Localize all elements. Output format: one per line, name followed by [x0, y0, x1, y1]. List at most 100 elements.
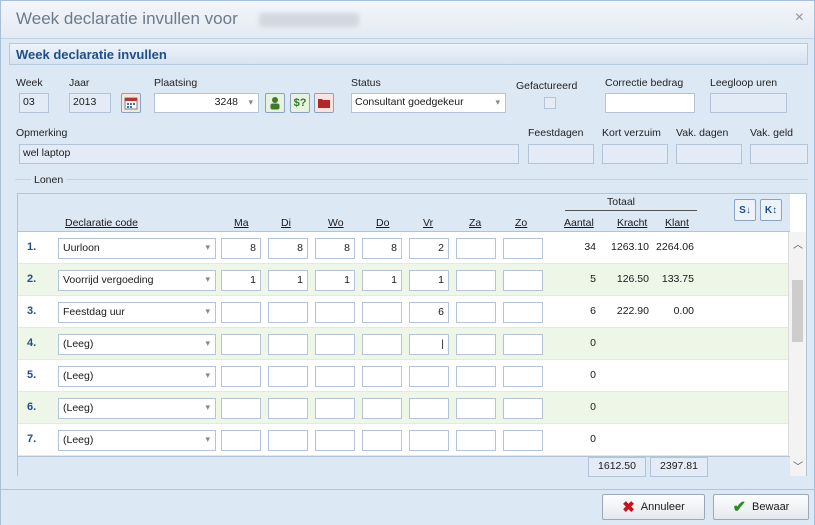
- day-input-vr[interactable]: |: [409, 334, 449, 355]
- day-input-vr[interactable]: 2: [409, 238, 449, 259]
- plaatsing-dropdown[interactable]: 3248 ▾: [154, 93, 259, 113]
- day-input-zo[interactable]: [503, 302, 543, 323]
- day-input-ma[interactable]: [221, 302, 261, 323]
- day-input-do[interactable]: [362, 430, 402, 451]
- day-input-vr[interactable]: [409, 398, 449, 419]
- chevron-down-icon: ▾: [205, 242, 210, 252]
- day-input-ma[interactable]: [221, 366, 261, 387]
- salary-icon[interactable]: $?: [290, 93, 310, 113]
- day-input-za[interactable]: [456, 430, 496, 451]
- day-input-ma[interactable]: [221, 334, 261, 355]
- scroll-down-icon[interactable]: ﹀: [793, 458, 803, 473]
- week-field[interactable]: 03: [19, 93, 49, 113]
- day-input-za[interactable]: [456, 302, 496, 323]
- correctie-bedrag-input[interactable]: [605, 93, 695, 113]
- day-input-di[interactable]: 1: [268, 270, 308, 291]
- day-input-vr[interactable]: [409, 430, 449, 451]
- close-icon[interactable]: ×: [795, 9, 804, 27]
- declaratie-code-dropdown[interactable]: Voorrijd vergoeding ▾: [58, 270, 216, 291]
- declaratie-code-dropdown[interactable]: (Leeg) ▾: [58, 398, 216, 419]
- day-input-di[interactable]: [268, 334, 308, 355]
- day-input-di[interactable]: [268, 398, 308, 419]
- aantal-cell: 34: [584, 241, 596, 253]
- person-icon[interactable]: [265, 93, 285, 113]
- day-input-zo[interactable]: [503, 270, 543, 291]
- day-input-wo[interactable]: 8: [315, 238, 355, 259]
- day-input-ma[interactable]: 1: [221, 270, 261, 291]
- day-input-di[interactable]: 8: [268, 238, 308, 259]
- day-input-ma[interactable]: [221, 398, 261, 419]
- day-input-wo[interactable]: [315, 334, 355, 355]
- day-input-do[interactable]: 1: [362, 270, 402, 291]
- col-wo: Wo: [328, 217, 344, 229]
- declaratie-code-dropdown[interactable]: Feestdag uur ▾: [58, 302, 216, 323]
- col-zo: Zo: [515, 217, 528, 229]
- day-input-za[interactable]: [456, 270, 496, 291]
- col-declaratie-code: Declaratie code: [65, 217, 138, 229]
- day-input-do[interactable]: [362, 366, 402, 387]
- day-input-ma[interactable]: 8: [221, 238, 261, 259]
- kort-verzuim-field[interactable]: [602, 144, 668, 164]
- day-input-vr[interactable]: [409, 366, 449, 387]
- day-input-za[interactable]: [456, 238, 496, 259]
- sort-s-icon[interactable]: S↓: [734, 199, 756, 221]
- day-input-wo[interactable]: [315, 430, 355, 451]
- section-header: Week declaratie invullen: [9, 43, 808, 65]
- day-input-do[interactable]: [362, 334, 402, 355]
- vak-dagen-field[interactable]: [676, 144, 742, 164]
- day-input-di[interactable]: [268, 302, 308, 323]
- chevron-down-icon: ▾: [205, 306, 210, 316]
- day-input-za[interactable]: [456, 366, 496, 387]
- opmerking-field[interactable]: wel laptop: [19, 144, 519, 164]
- day-input-wo[interactable]: 1: [315, 270, 355, 291]
- jaar-field[interactable]: 2013: [69, 93, 111, 113]
- annuleer-button[interactable]: ✖ Annuleer: [602, 494, 705, 520]
- aantal-cell: 0: [590, 369, 596, 381]
- day-input-vr[interactable]: 6: [409, 302, 449, 323]
- table-row: 2. Voorrijd vergoeding ▾ 1 1 1 1 1 5 126.50 133.75: [18, 264, 790, 296]
- day-input-wo[interactable]: [315, 302, 355, 323]
- day-input-zo[interactable]: [503, 334, 543, 355]
- table-row: 3. Feestdag uur ▾ 6 6 222.90 0.00: [18, 296, 790, 328]
- day-input-vr[interactable]: 1: [409, 270, 449, 291]
- declaratie-code-dropdown[interactable]: (Leeg) ▾: [58, 334, 216, 355]
- day-input-zo[interactable]: [503, 238, 543, 259]
- day-input-za[interactable]: [456, 334, 496, 355]
- gefactureerd-checkbox[interactable]: [544, 97, 556, 109]
- vertical-scrollbar[interactable]: ︿ ﹀: [788, 232, 806, 476]
- declaratie-code-dropdown[interactable]: Uurloon ▾: [58, 238, 216, 259]
- status-dropdown[interactable]: Consultant goedgekeur ▾: [351, 93, 506, 113]
- day-input-za[interactable]: [456, 398, 496, 419]
- day-input-di[interactable]: [268, 430, 308, 451]
- day-input-do[interactable]: 8: [362, 238, 402, 259]
- chevron-down-icon: ▾: [495, 97, 500, 107]
- kracht-cell: 126.50: [616, 273, 649, 285]
- leegloop-uren-field[interactable]: [710, 93, 787, 113]
- calendar-icon[interactable]: [121, 93, 141, 113]
- day-input-do[interactable]: [362, 302, 402, 323]
- declaratie-code-dropdown[interactable]: (Leeg) ▾: [58, 366, 216, 387]
- folder-icon[interactable]: [314, 93, 334, 113]
- feestdagen-field[interactable]: [528, 144, 594, 164]
- day-input-wo[interactable]: [315, 366, 355, 387]
- scroll-thumb[interactable]: [792, 280, 803, 342]
- day-input-di[interactable]: [268, 366, 308, 387]
- day-input-wo[interactable]: [315, 398, 355, 419]
- table-row: 7. (Leeg) ▾ 0: [18, 424, 790, 456]
- aantal-cell: 0: [590, 433, 596, 445]
- vak-geld-field[interactable]: [750, 144, 808, 164]
- bewaar-button[interactable]: ✔ Bewaar: [713, 494, 809, 520]
- declaratie-code-dropdown[interactable]: (Leeg) ▾: [58, 430, 216, 451]
- day-input-ma[interactable]: [221, 430, 261, 451]
- day-input-zo[interactable]: [503, 398, 543, 419]
- scroll-up-icon[interactable]: ︿: [793, 236, 803, 251]
- day-input-do[interactable]: [362, 398, 402, 419]
- col-za: Za: [469, 217, 482, 229]
- row-number: 4.: [27, 337, 37, 349]
- klant-cell: 133.75: [661, 273, 694, 285]
- kracht-cell: 1263.10: [611, 241, 649, 253]
- day-input-zo[interactable]: [503, 366, 543, 387]
- col-vr: Vr: [423, 217, 434, 229]
- day-input-zo[interactable]: [503, 430, 543, 451]
- sort-k-icon[interactable]: K↕: [760, 199, 782, 221]
